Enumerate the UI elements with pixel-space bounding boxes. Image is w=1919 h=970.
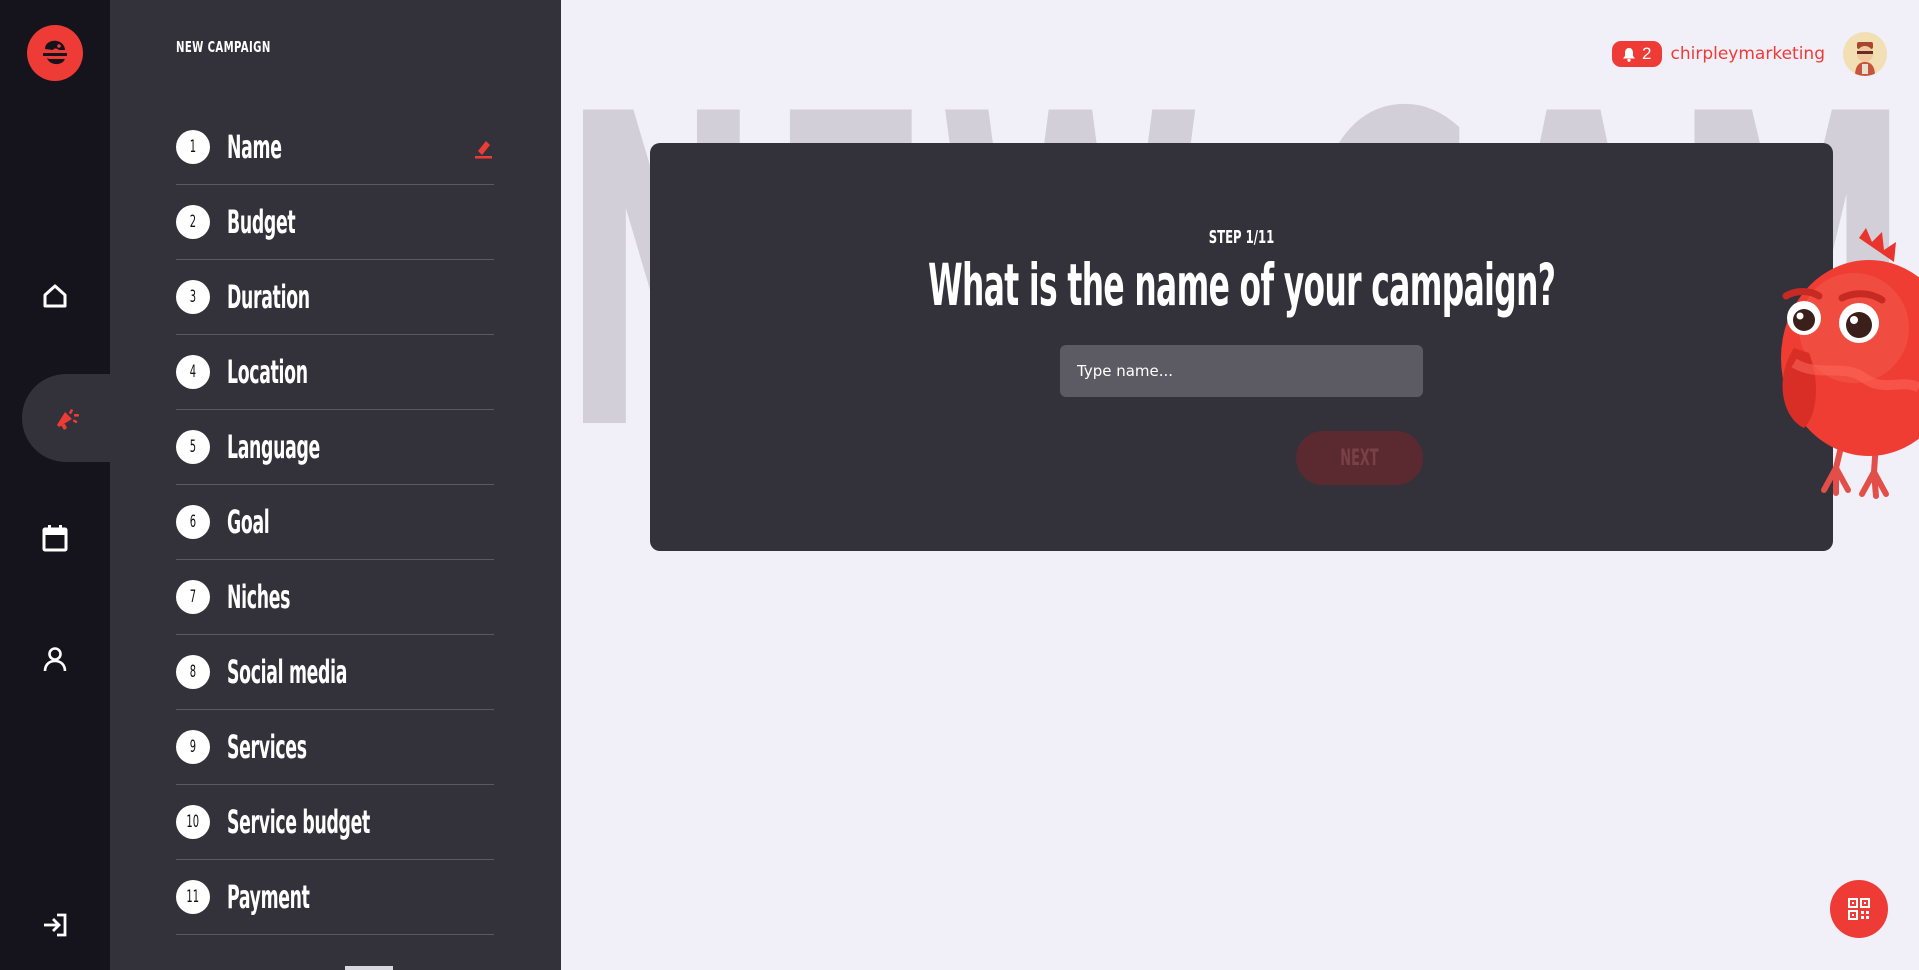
- steps-panel-title: NEW CAMPAIGN: [176, 38, 271, 56]
- calendar-icon: [42, 525, 68, 552]
- step-item-goal[interactable]: 6 Goal: [176, 485, 494, 560]
- step-item-name[interactable]: 1 Name: [176, 110, 494, 185]
- step-label: Services: [227, 728, 307, 766]
- steps-list: 1 Name 2 Budget 3 Duration 4 Location 5 Language 6…: [176, 110, 494, 935]
- notifications-button[interactable]: 2: [1612, 41, 1662, 67]
- nav-calendar[interactable]: [0, 508, 110, 568]
- logout-icon: [44, 913, 67, 937]
- username-link[interactable]: chirpleymarketing: [1671, 44, 1826, 64]
- user-avatar[interactable]: [1843, 32, 1887, 76]
- nav-campaigns[interactable]: [22, 374, 110, 462]
- step-label: Name: [227, 128, 282, 166]
- step-item-social-media[interactable]: 8 Social media: [176, 635, 494, 710]
- step-item-duration[interactable]: 3 Duration: [176, 260, 494, 335]
- top-bar: 2 chirpleymarketing: [1612, 32, 1887, 76]
- nav-profile[interactable]: [0, 629, 110, 689]
- step-number-badge: 4: [176, 355, 210, 389]
- step-item-service-budget[interactable]: 10 Service budget: [176, 785, 494, 860]
- step-item-location[interactable]: 4 Location: [176, 335, 494, 410]
- step-label: Language: [227, 428, 320, 466]
- panel-scrollbar[interactable]: [345, 966, 393, 970]
- step-number-badge: 1: [176, 130, 210, 164]
- mascot-bird-illustration: [1781, 228, 1919, 499]
- question-heading: What is the name of your campaign?: [927, 251, 1556, 319]
- nav-home[interactable]: [0, 266, 110, 326]
- step-item-budget[interactable]: 2 Budget: [176, 185, 494, 260]
- campaign-name-card: STEP 1/11 What is the name of your campa…: [650, 143, 1833, 551]
- step-item-language[interactable]: 5 Language: [176, 410, 494, 485]
- step-label: Service budget: [227, 803, 370, 841]
- step-number-badge: 3: [176, 280, 210, 314]
- qr-code-icon: [1848, 898, 1870, 920]
- step-number-badge: 8: [176, 655, 210, 689]
- steps-panel: NEW CAMPAIGN 1 Name 2 Budget 3 Duration 4 Locat…: [110, 0, 561, 970]
- step-item-payment[interactable]: 11 Payment: [176, 860, 494, 935]
- notification-count: 2: [1642, 44, 1652, 63]
- step-number-badge: 7: [176, 580, 210, 614]
- next-button[interactable]: NEXT: [1296, 431, 1423, 485]
- step-number-badge: 5: [176, 430, 210, 464]
- step-label: Budget: [227, 203, 296, 241]
- step-label: Location: [227, 353, 308, 391]
- step-item-niches[interactable]: 7 Niches: [176, 560, 494, 635]
- icon-rail: [0, 0, 110, 970]
- step-number-badge: 6: [176, 505, 210, 539]
- campaign-name-input[interactable]: [1060, 345, 1423, 397]
- user-icon: [43, 647, 67, 672]
- step-number-badge: 2: [176, 205, 210, 239]
- megaphone-icon: [57, 409, 79, 430]
- step-item-services[interactable]: 9 Services: [176, 710, 494, 785]
- avatar-character-icon: [1855, 42, 1875, 76]
- edit-pen-icon[interactable]: [472, 137, 494, 159]
- qr-code-button[interactable]: [1830, 880, 1888, 938]
- home-icon: [43, 284, 67, 308]
- app-logo[interactable]: [27, 25, 83, 81]
- step-number-badge: 10: [176, 805, 210, 839]
- step-number-badge: 9: [176, 730, 210, 764]
- bell-icon: [1623, 47, 1636, 62]
- step-label: Duration: [227, 278, 310, 316]
- step-label: Goal: [227, 503, 270, 541]
- step-number-badge: 11: [176, 880, 210, 914]
- step-counter: STEP 1/11: [1208, 227, 1275, 248]
- bird-logo-icon: [43, 40, 67, 65]
- nav-logout[interactable]: [0, 895, 110, 955]
- step-label: Payment: [227, 878, 310, 916]
- step-label: Niches: [227, 578, 291, 616]
- step-label: Social media: [227, 653, 348, 691]
